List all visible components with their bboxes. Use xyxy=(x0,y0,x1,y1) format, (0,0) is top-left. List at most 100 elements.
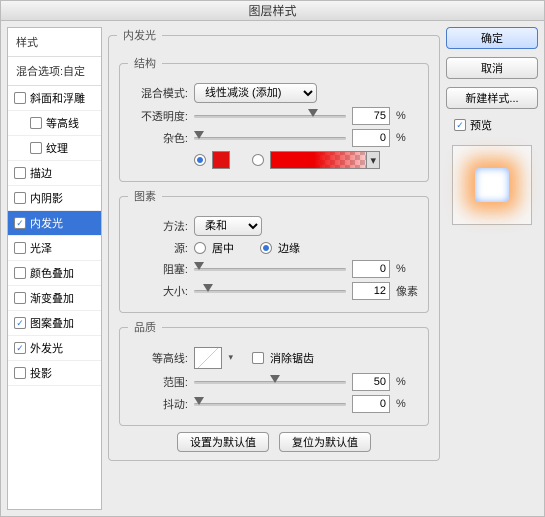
contour-picker[interactable] xyxy=(194,347,222,369)
layer-style-dialog: 图层样式 样式 混合选项:自定 斜面和浮雕等高线纹理描边内阴影内发光光泽颜色叠加… xyxy=(0,0,545,517)
style-item[interactable]: 内发光 xyxy=(8,211,101,236)
style-item[interactable]: 图案叠加 xyxy=(8,311,101,336)
styles-list: 样式 混合选项:自定 斜面和浮雕等高线纹理描边内阴影内发光光泽颜色叠加渐变叠加图… xyxy=(7,27,102,510)
style-item[interactable]: 外发光 xyxy=(8,336,101,361)
method-select[interactable]: 柔和 xyxy=(194,216,262,236)
source-edge-label: 边缘 xyxy=(278,240,300,256)
method-label: 方法: xyxy=(128,218,188,234)
style-item[interactable]: 内阴影 xyxy=(8,186,101,211)
style-item-label: 斜面和浮雕 xyxy=(30,90,85,106)
style-item[interactable]: 纹理 xyxy=(8,136,101,161)
styles-header[interactable]: 样式 xyxy=(8,28,101,57)
style-item-label: 描边 xyxy=(30,165,52,181)
color-gradient-radio[interactable] xyxy=(252,154,264,166)
jitter-slider[interactable] xyxy=(194,397,346,411)
style-checkbox[interactable] xyxy=(14,267,26,279)
choke-slider[interactable] xyxy=(194,262,346,276)
opacity-label: 不透明度: xyxy=(128,108,188,124)
style-item[interactable]: 渐变叠加 xyxy=(8,286,101,311)
pct-unit: % xyxy=(396,263,420,275)
quality-legend: 品质 xyxy=(128,319,162,335)
style-checkbox[interactable] xyxy=(14,92,26,104)
pct-unit: % xyxy=(396,132,420,144)
style-item[interactable]: 斜面和浮雕 xyxy=(8,86,101,111)
opacity-input[interactable]: 75 xyxy=(352,107,390,125)
jitter-input[interactable]: 0 xyxy=(352,395,390,413)
px-unit: 像素 xyxy=(396,283,420,299)
size-label: 大小: xyxy=(128,283,188,299)
quality-group: 品质 等高线: 消除锯齿 范围: 50 % xyxy=(119,319,429,426)
gradient-swatch[interactable]: ▾ xyxy=(270,151,380,169)
style-item-label: 光泽 xyxy=(30,240,52,256)
style-item-label: 纹理 xyxy=(46,140,68,156)
style-item-label: 外发光 xyxy=(30,340,63,356)
style-item[interactable]: 投影 xyxy=(8,361,101,386)
range-slider[interactable] xyxy=(194,375,346,389)
elements-legend: 图素 xyxy=(128,188,162,204)
make-default-button[interactable]: 设置为默认值 xyxy=(177,432,269,452)
range-input[interactable]: 50 xyxy=(352,373,390,391)
pct-unit: % xyxy=(396,110,420,122)
choke-label: 阻塞: xyxy=(128,261,188,277)
reset-default-button[interactable]: 复位为默认值 xyxy=(279,432,371,452)
style-checkbox[interactable] xyxy=(14,292,26,304)
style-item[interactable]: 光泽 xyxy=(8,236,101,261)
settings-panel: 内发光 结构 混合模式: 线性减淡 (添加) 不透明度: 75 % 杂色: xyxy=(108,27,440,510)
style-item[interactable]: 描边 xyxy=(8,161,101,186)
antialias-label: 消除锯齿 xyxy=(270,350,314,366)
noise-slider[interactable] xyxy=(194,131,346,145)
inner-glow-group: 内发光 结构 混合模式: 线性减淡 (添加) 不透明度: 75 % 杂色: xyxy=(108,27,440,461)
size-slider[interactable] xyxy=(194,284,346,298)
style-checkbox[interactable] xyxy=(14,317,26,329)
style-item-label: 颜色叠加 xyxy=(30,265,74,281)
blend-mode-label: 混合模式: xyxy=(128,85,188,101)
structure-group: 结构 混合模式: 线性减淡 (添加) 不透明度: 75 % 杂色: 0 xyxy=(119,55,429,182)
style-checkbox[interactable] xyxy=(14,192,26,204)
antialias-checkbox[interactable] xyxy=(252,352,264,364)
style-item[interactable]: 颜色叠加 xyxy=(8,261,101,286)
noise-input[interactable]: 0 xyxy=(352,129,390,147)
style-checkbox[interactable] xyxy=(14,217,26,229)
choke-input[interactable]: 0 xyxy=(352,260,390,278)
dialog-body: 样式 混合选项:自定 斜面和浮雕等高线纹理描边内阴影内发光光泽颜色叠加渐变叠加图… xyxy=(1,21,544,516)
new-style-button[interactable]: 新建样式... xyxy=(446,87,538,109)
source-label: 源: xyxy=(128,240,188,256)
color-solid-radio[interactable] xyxy=(194,154,206,166)
pct-unit: % xyxy=(396,376,420,388)
size-input[interactable]: 12 xyxy=(352,282,390,300)
panel-title: 内发光 xyxy=(117,27,162,43)
preview-thumbnail xyxy=(452,145,532,225)
cancel-button[interactable]: 取消 xyxy=(446,57,538,79)
preview-checkbox[interactable] xyxy=(454,119,466,131)
style-item-label: 投影 xyxy=(30,365,52,381)
style-item-label: 内发光 xyxy=(30,215,63,231)
blend-mode-select[interactable]: 线性减淡 (添加) xyxy=(194,83,317,103)
dialog-title: 图层样式 xyxy=(1,1,544,21)
preview-glow-icon xyxy=(475,168,509,202)
style-item-label: 渐变叠加 xyxy=(30,290,74,306)
style-checkbox[interactable] xyxy=(14,342,26,354)
ok-button[interactable]: 确定 xyxy=(446,27,538,49)
source-center-label: 居中 xyxy=(212,240,234,256)
style-checkbox[interactable] xyxy=(30,117,42,129)
style-checkbox[interactable] xyxy=(14,242,26,254)
style-item-label: 内阴影 xyxy=(30,190,63,206)
structure-legend: 结构 xyxy=(128,55,162,71)
chevron-down-icon[interactable]: ▾ xyxy=(366,152,379,168)
style-checkbox[interactable] xyxy=(30,142,42,154)
style-checkbox[interactable] xyxy=(14,167,26,179)
action-panel: 确定 取消 新建样式... 预览 xyxy=(446,27,538,510)
style-checkbox[interactable] xyxy=(14,367,26,379)
opacity-slider[interactable] xyxy=(194,109,346,123)
source-edge-radio[interactable] xyxy=(260,242,272,254)
pct-unit: % xyxy=(396,398,420,410)
elements-group: 图素 方法: 柔和 源: 居中 边缘 阻塞: xyxy=(119,188,429,313)
noise-label: 杂色: xyxy=(128,130,188,146)
source-center-radio[interactable] xyxy=(194,242,206,254)
range-label: 范围: xyxy=(128,374,188,390)
preview-label: 预览 xyxy=(470,117,492,133)
style-item-label: 等高线 xyxy=(46,115,79,131)
color-swatch[interactable] xyxy=(212,151,230,169)
blending-options-item[interactable]: 混合选项:自定 xyxy=(8,57,101,86)
style-item[interactable]: 等高线 xyxy=(8,111,101,136)
